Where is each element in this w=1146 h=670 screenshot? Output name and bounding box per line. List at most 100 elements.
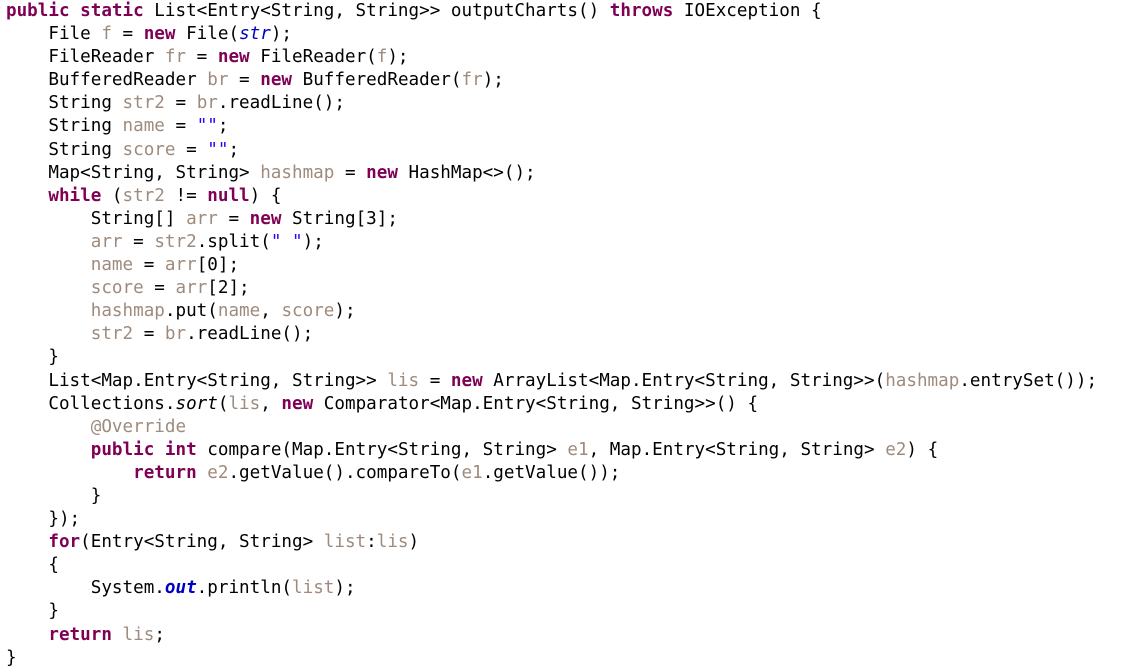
code-line[interactable]: String str2 = br.readLine(); xyxy=(6,92,1097,115)
code-token-plain: String[] xyxy=(6,208,187,229)
code-line[interactable]: @Override xyxy=(6,416,1097,439)
code-token-ident: fr xyxy=(164,47,187,68)
code-token-plain: = xyxy=(186,47,218,68)
code-token-plain: } xyxy=(6,347,59,368)
code-token-plain: ); xyxy=(302,231,324,252)
code-line[interactable]: arr = str2.split(" "); xyxy=(6,231,1097,254)
code-line[interactable]: BufferedReader br = new BufferedReader(f… xyxy=(6,69,1097,92)
code-token-ident: lis xyxy=(228,393,261,414)
code-token-ident: f xyxy=(101,24,112,45)
code-token-ident: br xyxy=(207,70,229,91)
code-line[interactable]: File f = new File(str); xyxy=(6,23,1097,46)
code-token-plain: = xyxy=(228,70,261,91)
code-token-plain: ); xyxy=(334,578,356,599)
code-token-plain: ) { xyxy=(249,185,282,206)
code-token-plain: FileReader( xyxy=(249,47,377,68)
code-token-ident: name xyxy=(217,301,261,322)
code-token-plain: = xyxy=(133,255,165,276)
code-token-keyword: new xyxy=(366,162,398,183)
code-token-keyword: new xyxy=(260,70,293,91)
code-line[interactable]: public static List<Entry<String, String>… xyxy=(6,0,1097,23)
code-token-plain: != xyxy=(164,185,208,206)
code-token-plain: File xyxy=(6,24,102,45)
code-token-plain: ); xyxy=(270,24,293,45)
code-line[interactable]: } xyxy=(6,647,1097,670)
code-line[interactable]: String name = ""; xyxy=(6,115,1097,138)
code-line[interactable]: System.out.println(list); xyxy=(6,577,1097,600)
code-token-ident: e2 xyxy=(207,462,229,483)
code-line[interactable]: Map<String, String> hashmap = new HashMa… xyxy=(6,162,1097,185)
code-token-plain: : xyxy=(366,532,377,553)
code-line[interactable]: score = arr[2]; xyxy=(6,277,1097,300)
code-line[interactable]: public int compare(Map.Entry<String, Str… xyxy=(6,439,1097,462)
code-token-plain: System. xyxy=(6,578,165,599)
code-token-ident: br xyxy=(196,93,218,114)
code-token-plain: ); xyxy=(387,47,409,68)
code-line[interactable]: List<Map.Entry<String, String>> lis = ne… xyxy=(6,370,1097,393)
code-token-keyword: new xyxy=(217,47,250,68)
code-token-plain: = xyxy=(133,324,165,345)
code-token-plain: ( xyxy=(101,185,123,206)
code-token-plain: String xyxy=(6,93,123,114)
code-token-plain: Collections. xyxy=(6,393,176,414)
code-token-ident: fr xyxy=(461,70,483,91)
code-token-ident: lis xyxy=(387,370,420,391)
code-token-plain: compare(Map.Entry<String, String> xyxy=(196,439,568,460)
code-token-plain: Map<String, String> xyxy=(6,162,261,183)
code-token-string: "" xyxy=(207,139,229,160)
code-editor-content[interactable]: public static List<Entry<String, String>… xyxy=(6,0,1097,670)
code-token-plain: } xyxy=(6,647,17,668)
code-line[interactable]: } xyxy=(6,600,1097,623)
code-token-ident: list xyxy=(292,578,335,599)
code-line[interactable]: name = arr[0]; xyxy=(6,254,1097,277)
code-line[interactable]: str2 = br.readLine(); xyxy=(6,323,1097,346)
code-line[interactable]: for(Entry<String, String> list:lis) xyxy=(6,531,1097,554)
code-token-plain: BufferedReader( xyxy=(292,70,462,91)
code-token-ident: name xyxy=(122,116,165,137)
code-line[interactable]: FileReader fr = new FileReader(f); xyxy=(6,46,1097,69)
code-token-keyword: while xyxy=(48,185,102,206)
code-line[interactable]: hashmap.put(name, score); xyxy=(6,300,1097,323)
code-line[interactable]: return e2.getValue().compareTo(e1.getVal… xyxy=(6,462,1097,485)
code-line[interactable]: }); xyxy=(6,508,1097,531)
code-line[interactable]: } xyxy=(6,346,1097,369)
code-line[interactable]: Collections.sort(lis, new Comparator<Map… xyxy=(6,393,1097,416)
code-token-ident: name xyxy=(90,255,134,276)
code-token-keyword: public int xyxy=(90,439,197,460)
code-token-plain: = xyxy=(217,208,250,229)
code-token-plain: , xyxy=(260,301,282,322)
code-token-ident: str2 xyxy=(122,185,165,206)
code-line[interactable]: String score = ""; xyxy=(6,139,1097,162)
code-token-field: str xyxy=(239,24,271,45)
code-token-plain: ; xyxy=(228,139,240,160)
code-token-ident: str2 xyxy=(90,324,134,345)
code-token-plain: Comparator<Map.Entry<String, String>>() … xyxy=(313,393,759,414)
code-token-plain: .entrySet()); xyxy=(959,370,1098,391)
code-token-ident: score xyxy=(90,278,144,299)
code-line[interactable]: { xyxy=(6,554,1097,577)
code-token-plain: (Entry<String, String> xyxy=(80,532,324,553)
code-token-plain: } xyxy=(6,485,102,506)
code-token-plain: = xyxy=(111,24,144,45)
code-token-ident: str2 xyxy=(122,93,165,114)
code-line[interactable]: String[] arr = new String[3]; xyxy=(6,208,1097,231)
code-token-keyword: new xyxy=(450,370,483,391)
code-token-keyword: public static xyxy=(6,1,144,21)
code-token-plain: { xyxy=(6,555,59,576)
code-token-keyword: return xyxy=(48,624,112,645)
code-token-plain: [0]; xyxy=(196,255,240,276)
code-token-plain: = xyxy=(419,370,451,391)
code-token-keyword: new xyxy=(143,24,176,45)
code-line[interactable]: while (str2 != null) { xyxy=(6,185,1097,208)
code-token-keyword: new xyxy=(281,393,314,414)
code-token-ident: lis xyxy=(376,532,409,553)
code-token-ident: e2 xyxy=(885,439,907,460)
code-line[interactable]: } xyxy=(6,485,1097,508)
code-line[interactable]: return lis; xyxy=(6,624,1097,647)
